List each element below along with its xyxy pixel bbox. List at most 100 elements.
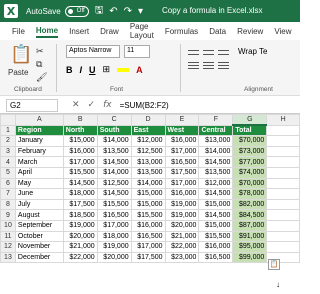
cell[interactable]: December [14,251,64,264]
cell[interactable]: $22,000 [62,251,98,264]
cell[interactable]: $14,500 [198,156,234,168]
column-header[interactable]: C [96,114,132,126]
tab-home[interactable]: Home [35,25,59,38]
cell[interactable]: $20,000 [96,251,132,264]
cell[interactable]: $13,500 [198,166,234,179]
cell[interactable]: $17,500 [130,251,166,264]
tab-review[interactable]: Review [237,26,263,37]
cell[interactable]: $19,000 [164,198,200,211]
insert-function-icon[interactable]: fx [103,100,112,110]
cell[interactable]: $21,000 [62,241,98,253]
cell[interactable] [266,135,300,147]
cell[interactable]: $14,000 [198,145,234,158]
row-header[interactable]: 6 [0,177,16,190]
undo-icon[interactable]: ↶ [109,6,117,17]
row-header[interactable]: 4 [0,156,16,168]
cell[interactable]: $15,500 [130,209,166,221]
total-cell[interactable]: $74,000 [232,166,268,179]
cell[interactable]: $14,500 [198,209,234,221]
redo-icon[interactable]: ↷ [124,6,132,17]
column-header[interactable]: E [164,114,200,126]
cell[interactable]: June [14,188,64,200]
row-header[interactable]: 10 [0,219,16,232]
paste-button[interactable]: Paste [8,68,28,77]
fill-color-icon[interactable] [117,65,130,75]
cell[interactable]: $17,000 [164,177,200,190]
tab-draw[interactable]: Draw [100,26,119,37]
format-painter-icon[interactable]: 🖌 [36,72,47,83]
cell[interactable]: $15,500 [198,230,234,243]
total-cell[interactable]: $91,000 [232,230,268,243]
cell[interactable] [266,230,300,243]
cell[interactable]: $14,500 [62,177,98,190]
cell[interactable]: $14,500 [198,188,234,200]
cell[interactable]: September [14,219,64,232]
cell[interactable]: July [14,198,64,211]
header-cell[interactable]: Central [198,124,234,137]
cell[interactable]: $21,000 [164,230,200,243]
cell[interactable]: $17,000 [130,241,166,253]
font-size-select[interactable]: 11 [124,45,150,58]
cell[interactable]: October [14,230,64,243]
cell[interactable]: $17,000 [96,219,132,232]
row-header[interactable]: 13 [0,251,16,264]
align-middle-icon[interactable] [203,48,214,57]
cell[interactable]: April [14,166,64,179]
cell[interactable]: $12,500 [96,177,132,190]
cell[interactable]: $13,500 [96,145,132,158]
align-bottom-icon[interactable] [218,48,229,57]
header-cell[interactable]: Total [232,124,268,137]
cell[interactable]: $18,500 [62,209,98,221]
cell[interactable]: $15,500 [96,198,132,211]
cell[interactable]: $12,000 [198,177,234,190]
cell[interactable]: February [14,145,64,158]
total-cell[interactable]: $82,000 [232,198,268,211]
cell[interactable]: $16,000 [164,135,200,147]
save-icon[interactable]: 🖫 [95,3,104,20]
cell[interactable]: $15,000 [62,135,98,147]
row-header[interactable]: 3 [0,145,16,158]
cell[interactable]: $16,500 [130,230,166,243]
align-right-icon[interactable] [218,61,229,70]
cell[interactable] [266,177,300,190]
select-all-corner[interactable] [0,114,16,126]
cell[interactable]: $16,000 [62,145,98,158]
row-header[interactable]: 8 [0,198,16,211]
cell[interactable]: $16,000 [130,219,166,232]
paste-icon[interactable]: 📋 [10,44,32,65]
cell[interactable]: $19,000 [164,209,200,221]
cell[interactable]: $16,500 [96,209,132,221]
column-header[interactable]: F [198,114,234,126]
header-cell[interactable]: Region [14,124,64,137]
cell[interactable]: $16,000 [198,241,234,253]
cell[interactable]: $17,500 [164,166,200,179]
total-cell[interactable]: $77,000 [232,156,268,168]
cell[interactable]: $13,000 [198,135,234,147]
cell[interactable] [266,156,300,168]
cell[interactable]: $14,500 [96,188,132,200]
header-cell[interactable]: East [130,124,166,137]
underline-button[interactable]: U [89,65,96,75]
row-header[interactable]: 5 [0,166,16,179]
align-center-icon[interactable] [203,61,214,70]
cell[interactable]: $17,000 [62,156,98,168]
total-cell[interactable]: $99,000 [232,251,268,264]
cell[interactable]: $18,000 [62,188,98,200]
row-header[interactable]: 1 [0,124,16,137]
copy-icon[interactable]: ⧉ [36,59,42,70]
cell[interactable]: $14,500 [96,156,132,168]
cell[interactable]: $15,500 [62,166,98,179]
row-header[interactable]: 7 [0,188,16,200]
cell[interactable]: November [14,241,64,253]
cell[interactable]: $17,500 [62,198,98,211]
cell[interactable] [266,241,300,253]
autosave-toggle[interactable]: Off [64,5,89,17]
cell[interactable]: $15,000 [130,188,166,200]
cell[interactable] [266,188,300,200]
cell[interactable]: $14,000 [96,135,132,147]
cell[interactable]: $12,000 [130,135,166,147]
cell[interactable]: $13,000 [130,156,166,168]
enter-icon[interactable]: ✓ [88,100,96,110]
column-header[interactable]: G [232,114,268,127]
header-cell[interactable]: North [62,124,98,137]
